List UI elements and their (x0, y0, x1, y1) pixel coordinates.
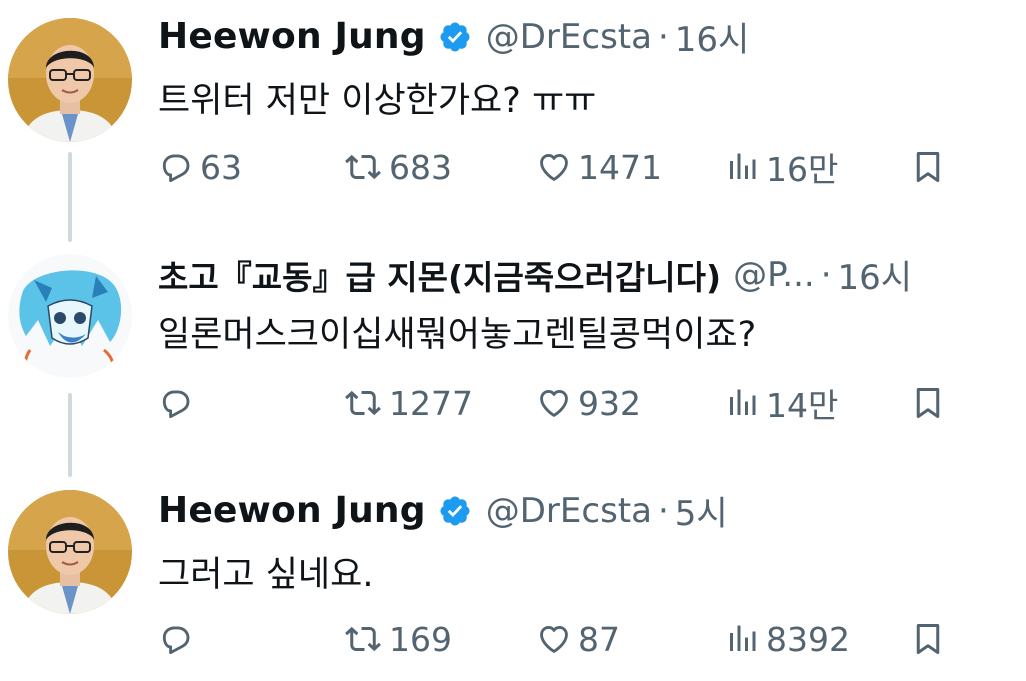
heart-icon (540, 626, 568, 653)
thread-line (68, 393, 72, 477)
bookmark-button[interactable] (910, 614, 946, 664)
reply-button[interactable]: 63 (158, 142, 242, 192)
like-count: 87 (578, 619, 620, 659)
timestamp[interactable]: 5시 (675, 486, 728, 535)
tweet-text: 트위터 저만 이상한가요? ㅠㅠ (158, 81, 597, 121)
timestamp[interactable]: 16시 (838, 250, 913, 299)
reply-icon (162, 626, 190, 655)
retweet-icon (345, 154, 381, 180)
display-name[interactable]: Heewon Jung (158, 16, 426, 57)
analytics-icon (730, 389, 756, 415)
views-button[interactable]: 16만 (724, 142, 838, 192)
reply-button[interactable] (158, 378, 200, 428)
like-button[interactable]: 1471 (536, 142, 662, 192)
user-handle[interactable]: @P... (733, 255, 815, 295)
tweet-text: 일론머스크이십새뭒어놓고렌틸콩먹이죠? (158, 315, 757, 355)
bookmark-icon (916, 152, 940, 182)
like-count: 932 (578, 383, 641, 423)
retweet-button[interactable]: 683 (343, 142, 452, 192)
reply-icon (162, 390, 190, 419)
bookmark-button[interactable] (910, 378, 946, 428)
verified-badge-icon (438, 494, 472, 528)
verified-badge-icon (438, 20, 472, 54)
reply-count: 63 (200, 147, 242, 187)
retweet-count: 683 (389, 147, 452, 187)
avatar[interactable] (8, 254, 132, 378)
avatar[interactable] (8, 490, 132, 614)
separator-dot: · (657, 16, 669, 57)
view-count: 14만 (766, 386, 839, 425)
thread-line (68, 152, 72, 242)
retweet-icon (345, 626, 381, 652)
user-handle[interactable]: @DrEcsta (486, 17, 652, 57)
tweet-header: Heewon Jung @DrEcsta · 5시 (158, 486, 728, 535)
timestamp[interactable]: 16시 (675, 12, 750, 61)
separator-dot: · (657, 490, 669, 531)
bookmark-icon (916, 388, 940, 418)
view-count: 8392 (766, 619, 850, 659)
bookmark-icon (916, 624, 940, 654)
retweet-count: 1277 (389, 383, 473, 423)
tweet-actions: 1277 932 14만 (158, 378, 986, 428)
tweet-text: 그러고 싶네요. (158, 555, 374, 595)
avatar[interactable] (8, 18, 132, 142)
display-name[interactable]: Heewon Jung (158, 490, 426, 531)
tweet-header: 초고『교동』급 지몬(지금죽으러갑니다) @P... · 16시 (158, 250, 912, 299)
like-button[interactable]: 932 (536, 378, 641, 428)
retweet-button[interactable]: 169 (343, 614, 452, 664)
analytics-icon (730, 153, 756, 179)
user-handle[interactable]: @DrEcsta (486, 491, 652, 531)
like-button[interactable]: 87 (536, 614, 620, 664)
reply-button[interactable] (158, 614, 200, 664)
reply-icon (162, 154, 190, 183)
tweet-actions: 169 87 8392 (158, 614, 986, 664)
views-button[interactable]: 8392 (724, 614, 850, 664)
separator-dot: · (820, 254, 832, 295)
display-name[interactable]: 초고『교동』급 지몬(지금죽으러갑니다) (158, 251, 721, 299)
retweet-button[interactable]: 1277 (343, 378, 473, 428)
bookmark-button[interactable] (910, 142, 946, 192)
views-button[interactable]: 14만 (724, 378, 838, 428)
analytics-icon (730, 625, 756, 651)
tweet-header: Heewon Jung @DrEcsta · 16시 (158, 12, 749, 61)
heart-icon (540, 390, 568, 417)
view-count: 16만 (766, 150, 839, 189)
retweet-count: 169 (389, 619, 452, 659)
tweet-actions: 63 683 1471 16만 (158, 142, 986, 192)
retweet-icon (345, 390, 381, 416)
heart-icon (540, 154, 568, 181)
like-count: 1471 (578, 147, 662, 187)
